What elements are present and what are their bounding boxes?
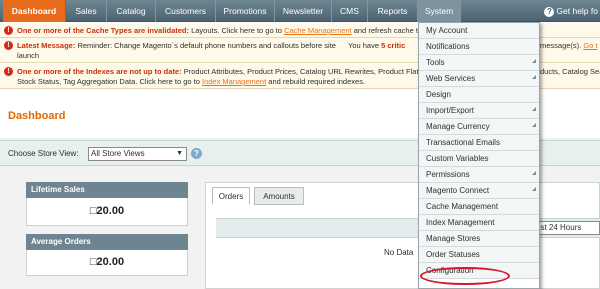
- submenu-arrow-icon: [532, 75, 536, 79]
- period-select[interactable]: ast 24 Hours: [533, 221, 600, 235]
- nav-dashboard[interactable]: Dashboard: [3, 0, 66, 22]
- menu-item-manage-stores[interactable]: Manage Stores: [419, 231, 539, 247]
- menu-item-label: My Account: [426, 26, 468, 35]
- nav-cms[interactable]: CMS: [332, 0, 368, 22]
- nav-system[interactable]: System: [418, 0, 461, 22]
- menu-item-index-management[interactable]: Index Management: [419, 215, 539, 231]
- top-navigation: Dashboard Sales Catalog Customers Promot…: [0, 0, 600, 22]
- submenu-arrow-icon: [532, 107, 536, 111]
- index-warning-text: Product Attributes, Product Prices, Cata…: [183, 67, 419, 76]
- help-icon[interactable]: ?: [191, 148, 202, 159]
- menu-item-label: Design: [426, 90, 451, 99]
- menu-item-label: Permissions: [426, 170, 470, 179]
- menu-item-my-account[interactable]: My Account: [419, 23, 539, 39]
- menu-item-label: Magento Connect: [426, 186, 490, 195]
- menu-item-label: Cache Management: [426, 202, 499, 211]
- nav-sales[interactable]: Sales: [66, 0, 107, 22]
- submenu-arrow-icon: [532, 171, 536, 175]
- submenu-arrow-icon: [532, 59, 536, 63]
- menu-item-permissions[interactable]: Permissions: [419, 167, 539, 183]
- average-orders-value: □20.00: [26, 250, 188, 276]
- critical-count-prefix: You have: [348, 41, 380, 50]
- submenu-arrow-icon: [532, 187, 536, 191]
- menu-item-magento-connect[interactable]: Magento Connect: [419, 183, 539, 199]
- menu-item-label: Web Services: [426, 74, 476, 83]
- menu-item-label: Custom Variables: [426, 154, 489, 163]
- nav-promotions[interactable]: Promotions: [216, 0, 275, 22]
- menu-item-cache-management[interactable]: Cache Management: [419, 199, 539, 215]
- store-switcher-label: Choose Store View:: [8, 149, 79, 158]
- lifetime-sales-header: Lifetime Sales: [26, 182, 188, 198]
- menu-item-tools[interactable]: Tools: [419, 55, 539, 71]
- tab-amounts[interactable]: Amounts: [254, 187, 304, 205]
- latest-message-lead: Latest Message:: [17, 41, 76, 50]
- index-warning-right-text: ducts, Catalog Sea: [540, 67, 600, 76]
- message-count-suffix: message(s).: [540, 41, 582, 50]
- menu-item-custom-variables[interactable]: Custom Variables: [419, 151, 539, 167]
- error-icon: !: [4, 26, 13, 35]
- menu-item-transactional-emails[interactable]: Transactional Emails: [419, 135, 539, 151]
- help-icon: ?: [544, 6, 555, 17]
- menu-item-label: Order Statuses: [426, 250, 480, 259]
- configuration-highlight-oval: [420, 267, 510, 285]
- critical-count: 5 critic: [381, 41, 406, 50]
- menu-item-label: Index Management: [426, 218, 495, 227]
- go-to-messages-link[interactable]: Go t: [583, 41, 597, 50]
- help-link[interactable]: ? Get help fo: [544, 0, 600, 22]
- nav-catalog[interactable]: Catalog: [107, 0, 156, 22]
- menu-item-label: Notifications: [426, 42, 470, 51]
- menu-item-design[interactable]: Design: [419, 87, 539, 103]
- index-warning-text-3: and rebuild required indexes.: [268, 77, 366, 86]
- chevron-down-icon: ▼: [176, 150, 183, 157]
- page-title: Dashboard: [8, 110, 66, 122]
- menu-item-label: Import/Export: [426, 106, 475, 115]
- system-dropdown-menu: My Account Notifications Tools Web Servi…: [418, 22, 540, 289]
- menu-item-import-export[interactable]: Import/Export: [419, 103, 539, 119]
- menu-item-manage-currency[interactable]: Manage Currency: [419, 119, 539, 135]
- cache-warning-lead: One or more of the Cache Types are inval…: [17, 26, 189, 35]
- menu-item-label: Manage Stores: [426, 234, 481, 243]
- no-data-text: No Data: [384, 248, 414, 257]
- menu-item-label: Manage Currency: [426, 122, 490, 131]
- menu-item-label: Transactional Emails: [426, 138, 500, 147]
- error-icon: !: [4, 41, 13, 50]
- lifetime-sales-value: □20.00: [26, 198, 188, 226]
- submenu-arrow-icon: [532, 123, 536, 127]
- cache-warning-text: Layouts. Click here to go to: [191, 26, 282, 35]
- index-warning-text-2: Stock Status, Tag Aggregation Data. Clic…: [17, 77, 200, 86]
- index-warning-lead: One or more of the Indexes are not up to…: [17, 67, 182, 76]
- menu-item-notifications[interactable]: Notifications: [419, 39, 539, 55]
- menu-item-web-services[interactable]: Web Services: [419, 71, 539, 87]
- menu-item-label: Tools: [426, 58, 445, 67]
- store-view-value: All Store Views: [91, 149, 145, 158]
- index-management-link[interactable]: Index Management: [202, 77, 266, 86]
- error-icon: !: [4, 67, 13, 76]
- cache-warning-tail: and refresh cache t: [353, 26, 418, 35]
- nav-customers[interactable]: Customers: [156, 0, 216, 22]
- cache-management-link[interactable]: Cache Management: [284, 26, 352, 35]
- latest-message-text: Reminder: Change Magento`s default phone…: [77, 41, 336, 50]
- nav-newsletter[interactable]: Newsletter: [275, 0, 332, 22]
- average-orders-header: Average Orders: [26, 234, 188, 250]
- store-view-select[interactable]: All Store Views ▼: [88, 147, 187, 161]
- menu-item-order-statuses[interactable]: Order Statuses: [419, 247, 539, 263]
- help-link-label: Get help fo: [556, 6, 598, 16]
- tab-orders[interactable]: Orders: [212, 187, 250, 205]
- nav-reports[interactable]: Reports: [368, 0, 418, 22]
